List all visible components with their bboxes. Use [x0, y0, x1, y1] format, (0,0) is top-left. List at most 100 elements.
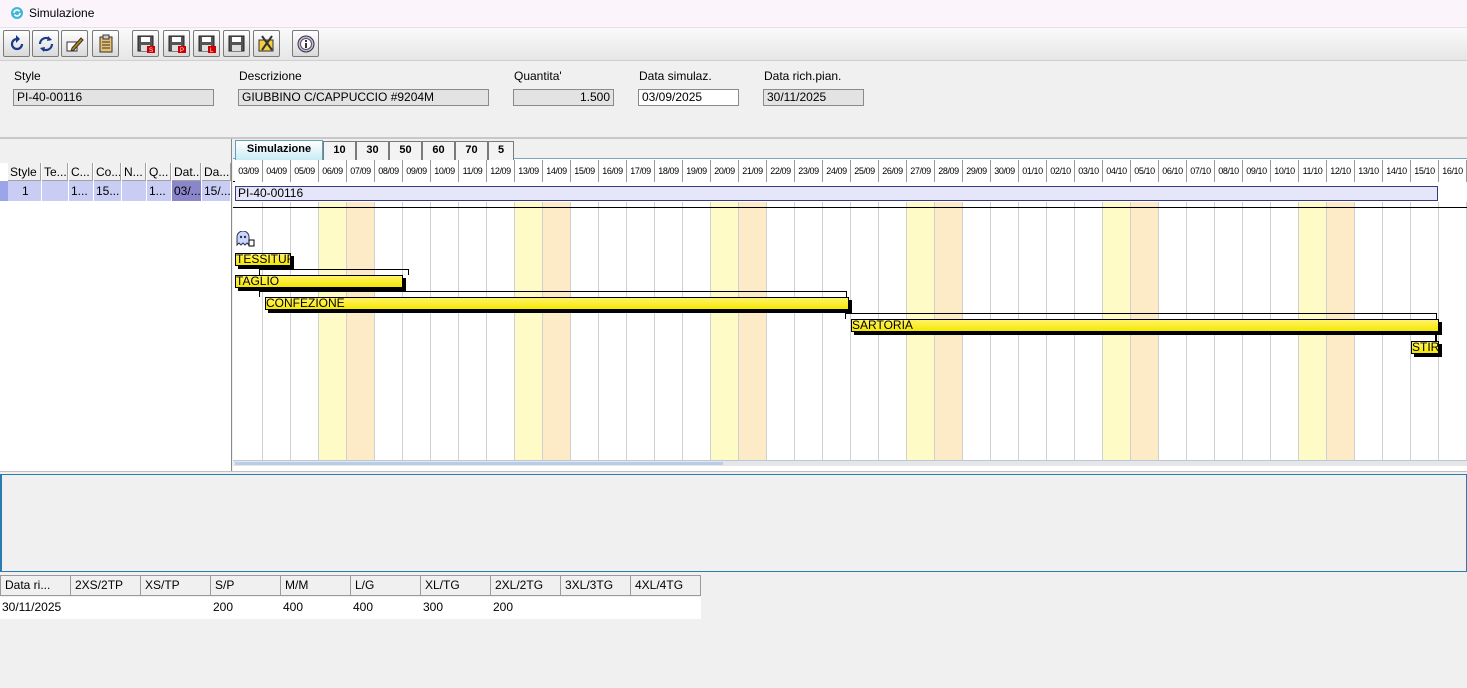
left-grid-top: [0, 139, 231, 163]
date-header-cell: 27/09: [907, 160, 935, 182]
save-button[interactable]: S: [132, 30, 159, 57]
size-table-header-cell[interactable]: XL/TG: [421, 575, 491, 596]
left-grid-header[interactable]: Q...: [147, 163, 171, 181]
size-table-header-cell[interactable]: 2XL/2TG: [491, 575, 561, 596]
phase-bar[interactable]: SARTORIA: [851, 319, 1439, 332]
date-header-cell: 15/09: [571, 160, 599, 182]
size-table-cell[interactable]: 30/11/2025: [0, 597, 71, 618]
date-header-cell: 29/09: [963, 160, 991, 182]
tab-70[interactable]: 70: [455, 141, 488, 160]
date-header-cell: 10/09: [431, 160, 459, 182]
detail-panel: [0, 474, 1467, 572]
ghost-icon[interactable]: [235, 231, 255, 247]
date-header-cell: 10/10: [1271, 160, 1299, 182]
data-rich-field[interactable]: 30/11/2025: [763, 89, 864, 106]
svg-text:P: P: [180, 48, 184, 54]
date-header: 03/09 04/09 05/09 06/09 07/09 08/09 09/09 10/09…: [233, 160, 1467, 182]
phase-bar[interactable]: CONFEZIONE: [265, 297, 849, 310]
descrizione-field[interactable]: GIUBBINO C/CAPPUCCIO #9204M: [238, 89, 489, 106]
tab-5[interactable]: 5: [488, 141, 514, 160]
scrollbar-thumb[interactable]: [235, 462, 723, 465]
table-row[interactable]: 30/11/2025 200 400 400 300 200: [0, 597, 701, 619]
clipboard-button[interactable]: [92, 30, 119, 57]
tab-30[interactable]: 30: [356, 141, 389, 160]
size-table-cell[interactable]: 300: [421, 597, 491, 618]
tab-simulazione[interactable]: Simulazione: [235, 140, 323, 160]
left-grid-header[interactable]: Te...: [42, 163, 68, 181]
info-button[interactable]: [292, 30, 319, 57]
undo-icon: [10, 35, 24, 51]
left-grid-cell[interactable]: 1...: [147, 181, 172, 201]
size-table-cell[interactable]: 200: [211, 597, 281, 618]
gantt-horizontal-scrollbar[interactable]: [233, 460, 1467, 466]
date-header-cell: 13/10: [1355, 160, 1383, 182]
date-header-cell: 06/10: [1159, 160, 1187, 182]
size-table-cell[interactable]: 400: [351, 597, 421, 618]
left-grid-cell[interactable]: [42, 181, 69, 201]
date-header-cell: 04/10: [1103, 160, 1131, 182]
size-table-cell[interactable]: 200: [491, 597, 561, 618]
tab-60[interactable]: 60: [422, 141, 455, 160]
undo-button[interactable]: [3, 30, 30, 57]
left-grid-header[interactable]: C...: [69, 163, 93, 181]
date-header-cell: 23/09: [795, 160, 823, 182]
left-grid-header[interactable]: Dat...: [172, 163, 201, 181]
refresh-button[interactable]: [32, 30, 59, 57]
size-table-header-cell[interactable]: Data ri...: [0, 575, 71, 596]
date-header-cell: 12/10: [1327, 160, 1355, 182]
save-l-button[interactable]: L: [193, 30, 220, 57]
row-selector[interactable]: [0, 181, 8, 201]
save-p-button[interactable]: P: [163, 30, 190, 57]
left-grid-cell[interactable]: 1...: [69, 181, 94, 201]
date-header-cell: 12/09: [487, 160, 515, 182]
descrizione-label: Descrizione: [239, 69, 302, 83]
size-table-header-cell[interactable]: 3XL/3TG: [561, 575, 631, 596]
data-simulaz-field[interactable]: 03/09/2025: [638, 89, 739, 106]
save-plain-button[interactable]: [223, 30, 250, 57]
date-header-cell: 25/09: [851, 160, 879, 182]
floppy-icon: [228, 35, 245, 52]
size-table-header-cell[interactable]: 2XS/2TP: [71, 575, 141, 596]
day-column: [459, 202, 487, 461]
day-column: [795, 202, 823, 461]
size-table-cell[interactable]: [71, 597, 141, 618]
date-header-cell: 11/10: [1299, 160, 1327, 182]
size-table-header-cell[interactable]: XS/TP: [141, 575, 211, 596]
day-column: [543, 202, 571, 461]
date-header-cell: 03/09: [235, 160, 263, 182]
style-field[interactable]: PI-40-00116: [13, 89, 214, 106]
size-table-header-cell[interactable]: L/G: [351, 575, 421, 596]
left-grid-cell[interactable]: 15...: [94, 181, 122, 201]
header-form: Style PI-40-00116 Descrizione GIUBBINO C…: [0, 61, 1467, 138]
data-simulaz-label: Data simulaz.: [639, 69, 712, 83]
left-grid-cell[interactable]: [122, 181, 147, 201]
size-table-cell[interactable]: 400: [281, 597, 351, 618]
floppy-icon: L: [198, 35, 216, 54]
left-grid-header[interactable]: N...: [122, 163, 146, 181]
left-grid-header[interactable]: Style: [8, 163, 41, 181]
summary-bar[interactable]: PI-40-00116: [235, 186, 1438, 201]
edit-button[interactable]: [61, 30, 88, 57]
size-table-cell[interactable]: [141, 597, 211, 618]
phase-bar[interactable]: TESSITUR: [235, 253, 291, 266]
size-table-header-cell[interactable]: 4XL/4TG: [631, 575, 701, 596]
quantita-field[interactable]: 1.500: [513, 89, 614, 106]
size-table-cell[interactable]: [561, 597, 631, 618]
tab-50[interactable]: 50: [389, 141, 422, 160]
size-table-header-cell[interactable]: S/P: [211, 575, 281, 596]
phase-bar[interactable]: TAGLIO: [235, 275, 403, 288]
size-table-cell[interactable]: [631, 597, 701, 618]
gantt-tabs: Simulazione 10 30 50 60 70 5: [233, 139, 1467, 160]
left-grid-cell[interactable]: 1: [8, 181, 42, 201]
left-grid-header[interactable]: Da...: [202, 163, 231, 181]
left-grid-cell[interactable]: 15/...: [202, 181, 231, 201]
phase-bar[interactable]: STIR: [1411, 341, 1439, 354]
left-grid-header[interactable]: Co...: [94, 163, 121, 181]
size-table-header-cell[interactable]: M/M: [281, 575, 351, 596]
left-grid-cell[interactable]: 03/...: [172, 181, 202, 201]
tab-10[interactable]: 10: [323, 141, 356, 160]
tools-button[interactable]: [253, 30, 280, 57]
date-header-cell: 18/09: [655, 160, 683, 182]
day-column: [263, 202, 291, 461]
day-column: [431, 202, 459, 461]
